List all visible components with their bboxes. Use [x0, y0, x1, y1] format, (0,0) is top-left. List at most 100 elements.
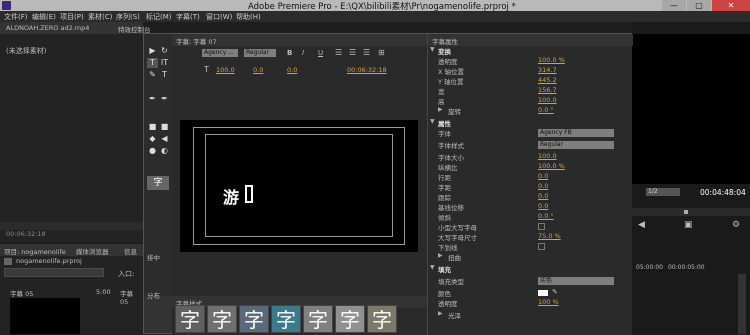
underline-checkbox[interactable] — [538, 243, 545, 250]
project-search-input[interactable] — [4, 268, 104, 277]
style-swatch-2[interactable]: 字 — [207, 305, 237, 333]
menu-project[interactable]: 项目(P) — [60, 12, 84, 22]
style-swatch-3[interactable]: 字 — [239, 305, 269, 333]
playhead-marker[interactable] — [684, 210, 688, 214]
arc-tool-icon[interactable]: ◀ — [159, 134, 170, 144]
prop-underline: 下划线 — [428, 242, 632, 252]
tab-info[interactable]: 信息 — [124, 246, 137, 256]
align-left-icon[interactable]: ☰ — [335, 48, 342, 57]
fill-type-dropdown[interactable]: 实色 — [538, 277, 614, 285]
prop-slant: 倾斜 0.0 ° — [438, 212, 554, 222]
italic-button[interactable]: I — [302, 49, 304, 57]
step-back-icon[interactable]: ◀ — [638, 220, 645, 230]
tab-title[interactable]: 字幕: 字幕 07 — [176, 36, 217, 46]
prop-sheen[interactable]: ▶ 光泽 — [428, 310, 632, 320]
add-anchor-tool-icon[interactable]: ✒ — [159, 94, 170, 104]
program-timecode: 00:04:48:04 — [700, 188, 746, 197]
menu-help[interactable]: 帮助(H) — [236, 12, 261, 22]
window-title-bar: Adobe Premiere Pro - E:\QX\bilibili素材\Pr… — [0, 0, 750, 12]
program-video — [632, 34, 750, 184]
menu-sequence[interactable]: 序列(S) — [116, 12, 140, 22]
path-type-tool-icon[interactable]: T — [159, 70, 170, 80]
kerning-value[interactable]: 0.0 — [253, 66, 263, 74]
tab-project[interactable]: 项目: nogamenolife — [4, 246, 66, 256]
project-item-thumbnail[interactable] — [10, 298, 80, 334]
underline-button[interactable]: U — [318, 49, 323, 57]
menu-marker[interactable]: 标记(M) — [146, 12, 172, 22]
rounded-rect-tool-icon[interactable]: ■ — [159, 122, 170, 132]
bold-button[interactable]: B — [287, 49, 292, 57]
prop-kerning: 字距 0.0 — [438, 182, 549, 192]
export-frame-icon[interactable]: ▣ — [684, 220, 693, 230]
font-style-select[interactable]: Regular — [244, 49, 276, 57]
transform-section[interactable]: ▼ 变换 — [428, 46, 632, 56]
type-tool-icon[interactable]: T — [147, 58, 158, 68]
prop-font-size: 字体大小 100.0 — [438, 152, 557, 162]
canvas-text[interactable]: 游 — [223, 184, 239, 208]
area-type-tool-icon[interactable]: ✎ — [147, 70, 158, 80]
distribute-section-label: 分布 — [147, 292, 160, 300]
source-timecode: 00:06:32:18 — [6, 230, 46, 238]
rotation-tool-icon[interactable]: ↻ — [159, 46, 170, 56]
close-button[interactable]: ✕ — [712, 0, 750, 11]
align-center-icon[interactable]: ☰ — [349, 48, 356, 57]
menu-window[interactable]: 窗口(W) — [206, 12, 232, 22]
tab-stops-icon[interactable]: ⊞ — [378, 48, 385, 57]
style-swatch-5[interactable]: 字 — [303, 305, 333, 333]
vertical-type-tool-icon[interactable]: IT — [159, 58, 170, 68]
title-properties-panel: 字幕属性 ▼ 变换 透明度 100.0 % X 轴位置 314.7 Y 轴位置 445.… — [427, 34, 633, 335]
title-tools-panel: ▶ ↻ T IT ✎ T ✒ ✒ ■ ■ ◆ ◀ ● ◐ 字 排中 分布 — [144, 34, 172, 300]
font-size-icon: T — [204, 65, 209, 74]
project-item2-name[interactable]: 字幕 05 — [120, 288, 143, 306]
menu-file[interactable]: 文件(F) — [4, 12, 28, 22]
menu-clip[interactable]: 素材(C) — [88, 12, 112, 22]
program-scrub-bar[interactable] — [632, 208, 750, 216]
prop-distort[interactable]: ▶ 扭曲 — [428, 252, 632, 262]
project-file-icon — [4, 258, 12, 265]
small-caps-checkbox[interactable] — [538, 223, 545, 230]
line-tool-icon[interactable]: ◐ — [159, 146, 170, 156]
maximize-button[interactable]: ▢ — [687, 0, 711, 11]
prop-fill-opacity: 透明度 100 % — [438, 298, 559, 308]
minimize-button[interactable]: — — [662, 0, 686, 11]
attributes-section[interactable]: ▼ 属性 — [428, 118, 632, 128]
project-item-name[interactable]: 字幕 05 — [10, 288, 33, 298]
tool-preview-swatch: 字 — [147, 176, 169, 190]
style-swatch-1[interactable]: 字 — [175, 305, 205, 333]
eyedropper-icon[interactable]: ✎ — [552, 288, 558, 296]
align-right-icon[interactable]: ☰ — [363, 48, 370, 57]
title-timecode[interactable]: 00:06:32:18 — [347, 66, 387, 74]
font-family-dropdown[interactable]: Agency FB — [538, 129, 614, 137]
settings-icon[interactable]: ⚙ — [732, 220, 740, 230]
title-canvas[interactable]: 游 — [180, 120, 418, 252]
leading-value[interactable]: 0.0 — [287, 66, 297, 74]
style-swatch-7[interactable]: 字 — [367, 305, 397, 333]
program-monitor-panel: 1/2 00:04:48:04 ◀ ▣ ⚙ 05:00:00 00:00:05:… — [632, 22, 750, 334]
wedge-tool-icon[interactable]: ◆ — [147, 134, 158, 144]
prop-y-position: Y 轴位置 445.2 — [438, 76, 557, 86]
prop-small-caps: 小型大写字母 — [428, 222, 632, 232]
style-swatch-4[interactable]: 字 — [271, 305, 301, 333]
tab-title-properties[interactable]: 字幕属性 — [432, 36, 458, 46]
style-swatch-6[interactable]: 字 — [335, 305, 365, 333]
title-designer-window: 字幕: 字幕 07 Agency ... Regular B I U ☰ ☰ ☰… — [143, 33, 633, 335]
fill-section[interactable]: ▼ 填充 — [428, 264, 632, 274]
tab-media-browser[interactable]: 媒体浏览器 — [76, 246, 109, 256]
title-canvas-panel: 字幕: 字幕 07 Agency ... Regular B I U ☰ ☰ ☰… — [172, 34, 427, 296]
font-style-dropdown[interactable]: Regular — [538, 141, 614, 149]
prop-small-caps-size: 大写字母尺寸 75.0 % — [438, 232, 561, 242]
ellipse-tool-icon[interactable]: ● — [147, 146, 158, 156]
selection-tool-icon[interactable]: ▶ — [147, 46, 158, 56]
align-section-label: 排中 — [147, 254, 160, 262]
fill-color-swatch[interactable] — [538, 290, 548, 296]
font-family-select[interactable]: Agency ... — [202, 49, 238, 57]
menu-title[interactable]: 字幕(T) — [176, 12, 200, 22]
rectangle-tool-icon[interactable]: ■ — [147, 122, 158, 132]
menu-edit[interactable]: 编辑(E) — [32, 12, 56, 22]
zoom-fraction-select[interactable]: 1/2 — [646, 188, 680, 196]
pen-tool-icon[interactable]: ✒ — [147, 94, 158, 104]
prop-leading: 行距 0.0 — [438, 172, 549, 182]
text-cursor-box — [245, 185, 253, 203]
tab-source-clip[interactable]: ALDNOAH.ZERO ad2.mp4 — [6, 24, 89, 32]
font-size-value[interactable]: 100.0 — [216, 66, 235, 74]
